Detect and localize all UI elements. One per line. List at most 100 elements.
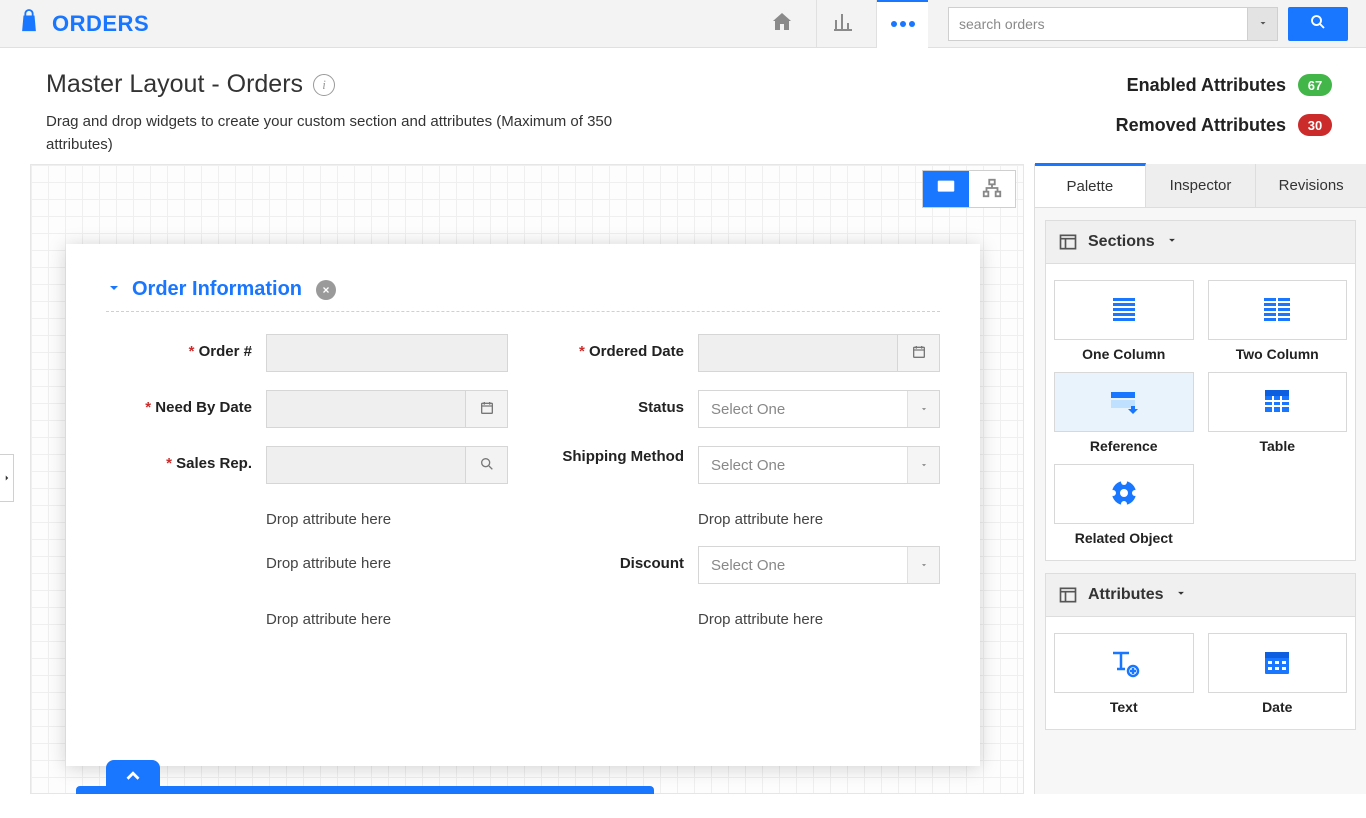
need-by-date-picker-button[interactable] <box>466 390 508 428</box>
sales-rep-input[interactable] <box>266 446 466 484</box>
group-sections-body: One Column Two Column Reference <box>1045 264 1356 561</box>
need-by-date-input[interactable] <box>266 390 466 428</box>
layout-canvas: Order Information Order # Ordered Date <box>30 164 1024 794</box>
page-header: Master Layout - Orders i Drag and drop w… <box>0 48 1366 164</box>
reports-button[interactable] <box>816 0 868 48</box>
search-button[interactable] <box>1288 7 1348 41</box>
house-icon <box>770 10 794 37</box>
page-title: Master Layout - Orders <box>46 70 303 99</box>
home-button[interactable] <box>756 0 808 48</box>
ordered-date-input[interactable] <box>698 334 898 372</box>
ordered-date-label: Ordered Date <box>538 334 698 360</box>
palette-table[interactable] <box>1208 372 1348 432</box>
palette-related-object[interactable] <box>1054 464 1194 524</box>
drop-zone[interactable]: Drop attribute here <box>266 602 391 628</box>
tree-view-button[interactable] <box>969 171 1015 207</box>
shipping-method-select[interactable]: Select One <box>698 446 940 484</box>
more-menu-button[interactable] <box>876 0 928 48</box>
section-remove-button[interactable] <box>316 280 336 300</box>
info-icon[interactable]: i <box>313 74 335 96</box>
search-icon <box>479 456 495 475</box>
sales-rep-label: Sales Rep. <box>106 446 266 472</box>
section-divider <box>106 311 940 312</box>
panel-tabs: Palette Inspector Revisions <box>1035 164 1366 208</box>
section-card: Order Information Order # Ordered Date <box>66 244 980 766</box>
form-grid: Order # Ordered Date Need By Date <box>106 334 940 628</box>
discount-select-placeholder: Select One <box>711 557 785 574</box>
calendar-icon <box>479 400 495 419</box>
brand: ORDERS <box>18 8 149 40</box>
group-attributes-toggle[interactable]: Attributes <box>1045 573 1356 617</box>
related-object-icon <box>1107 476 1141 513</box>
panel-scroll[interactable]: Sections One Column Two Column <box>1035 208 1366 791</box>
chevron-down-icon <box>1165 233 1179 252</box>
section-collapse-toggle[interactable] <box>106 280 122 299</box>
drop-zone[interactable]: Drop attribute here <box>698 602 823 628</box>
chevron-down-icon <box>1257 16 1269 32</box>
palette-one-column-label: One Column <box>1054 346 1194 362</box>
date-icon <box>1260 645 1294 682</box>
right-panel: Palette Inspector Revisions Sections One… <box>1034 164 1366 794</box>
palette-reference[interactable] <box>1054 372 1194 432</box>
chevron-up-icon <box>122 765 144 790</box>
order-number-input[interactable] <box>266 334 508 372</box>
bag-icon <box>18 8 40 40</box>
ordered-date-picker-button[interactable] <box>898 334 940 372</box>
one-column-icon <box>1107 292 1141 329</box>
shipping-method-label: Shipping Method <box>538 446 698 465</box>
layout-icon <box>1058 585 1078 605</box>
enabled-attributes-count: 67 <box>1298 74 1332 96</box>
search-scope-dropdown[interactable] <box>1248 7 1278 41</box>
group-attributes-body: Text Date <box>1045 617 1356 730</box>
sitemap-icon <box>981 177 1003 202</box>
palette-one-column[interactable] <box>1054 280 1194 340</box>
discount-select[interactable]: Select One <box>698 546 940 584</box>
drop-zone[interactable]: Drop attribute here <box>266 502 391 528</box>
palette-text-label: Text <box>1054 699 1194 715</box>
two-column-icon <box>1260 292 1294 329</box>
reference-icon <box>1107 384 1141 421</box>
search-input[interactable] <box>948 7 1248 41</box>
removed-attributes-label: Removed Attributes <box>1116 115 1286 136</box>
palette-two-column[interactable] <box>1208 280 1348 340</box>
section-title: Order Information <box>132 278 302 301</box>
tab-revisions[interactable]: Revisions <box>1256 164 1366 207</box>
chevron-down-icon <box>907 547 939 583</box>
enabled-attributes-label: Enabled Attributes <box>1127 75 1286 96</box>
tab-inspector[interactable]: Inspector <box>1146 164 1257 207</box>
bar-chart-icon <box>831 10 855 37</box>
page-description: Drag and drop widgets to create your cus… <box>46 111 646 156</box>
search-wrap <box>948 7 1348 41</box>
palette-date-label: Date <box>1208 699 1348 715</box>
palette-related-object-label: Related Object <box>1054 530 1194 546</box>
calendar-icon <box>911 344 927 363</box>
horizontal-dots-icon <box>891 21 915 27</box>
chevron-down-icon <box>907 447 939 483</box>
order-number-label: Order # <box>106 334 266 360</box>
table-icon <box>1260 384 1294 421</box>
group-sections-toggle[interactable]: Sections <box>1045 220 1356 264</box>
brand-label: ORDERS <box>52 11 149 37</box>
palette-text[interactable] <box>1054 633 1194 693</box>
bottom-drawer-toggle[interactable] <box>106 760 160 794</box>
bottom-drawer-bar[interactable] <box>76 786 654 794</box>
chevron-down-icon <box>1174 586 1188 605</box>
palette-reference-label: Reference <box>1054 438 1194 454</box>
drop-zone[interactable]: Drop attribute here <box>266 546 391 572</box>
left-panel-toggle[interactable] <box>0 454 14 502</box>
text-icon <box>1107 645 1141 682</box>
monitor-icon <box>935 177 957 202</box>
desktop-view-button[interactable] <box>923 171 969 207</box>
sales-rep-lookup-button[interactable] <box>466 446 508 484</box>
drop-zone[interactable]: Drop attribute here <box>698 502 823 528</box>
tab-palette[interactable]: Palette <box>1035 163 1146 207</box>
layout-icon <box>1058 232 1078 252</box>
palette-table-label: Table <box>1208 438 1348 454</box>
palette-two-column-label: Two Column <box>1208 346 1348 362</box>
search-icon <box>1309 13 1327 34</box>
status-select-placeholder: Select One <box>711 401 785 418</box>
main-area: Order Information Order # Ordered Date <box>0 164 1366 794</box>
palette-date[interactable] <box>1208 633 1348 693</box>
status-label: Status <box>538 390 698 416</box>
status-select[interactable]: Select One <box>698 390 940 428</box>
